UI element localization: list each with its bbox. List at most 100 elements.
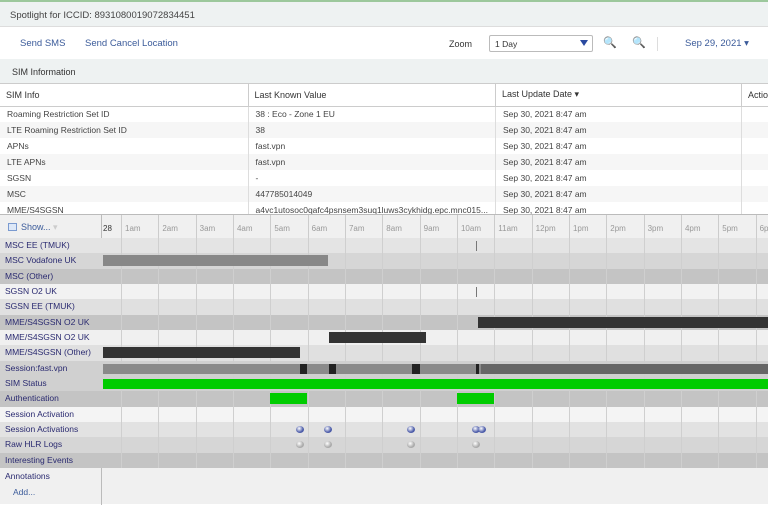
date-cell: Sep 30, 2021 8:47 am xyxy=(495,138,742,154)
zoom-label: Zoom xyxy=(449,39,473,49)
timeline-row: MSC (Other) xyxy=(0,268,768,284)
event-dot[interactable] xyxy=(477,425,486,433)
hour-tick: 4am xyxy=(232,215,253,238)
timeline-bar[interactable] xyxy=(103,378,768,389)
toolbar: Send SMS Send Cancel Location Zoom 1 Day… xyxy=(0,27,768,59)
date-picker[interactable]: Sep 29, 2021 ▾ xyxy=(685,38,749,49)
add-annotation-link[interactable]: Add... xyxy=(13,487,35,497)
time-axis: 28 1am 2am 3am 4am 5am 6am 7am 8am 9am 10am 11am 12… xyxy=(102,215,768,238)
timeline-bar[interactable] xyxy=(300,363,307,374)
hour-tick: 7am xyxy=(344,215,365,238)
page-title: Spotlight for ICCID: 8931080019072834451 xyxy=(0,0,768,27)
hour-tick: 4pm xyxy=(680,215,701,238)
send-sms-link[interactable]: Send SMS xyxy=(20,38,65,49)
day-label: 28 xyxy=(103,224,112,233)
hour-tick: 9am xyxy=(419,215,439,238)
timeline-row: Raw HLR Logs xyxy=(0,437,768,453)
hour-tick: 8am xyxy=(382,215,402,238)
row-label[interactable]: MSC (Other) xyxy=(0,268,102,284)
date-cell: Sep 30, 2021 8:47 am xyxy=(495,106,742,122)
row-label[interactable]: SGSN EE (TMUK) xyxy=(0,299,102,315)
date-cell: Sep 30, 2021 8:47 am xyxy=(495,186,742,202)
hour-tick: 5am xyxy=(270,215,290,238)
value-cell: 38 : Eco - Zone 1 EU xyxy=(248,106,496,122)
timeline-bar[interactable] xyxy=(481,363,768,374)
sim-information-header: SIM Information xyxy=(0,59,768,84)
row-label[interactable]: SGSN O2 UK xyxy=(0,283,102,300)
table-row: MSC 447785014049 Sep 30, 2021 8:47 am xyxy=(0,186,768,202)
divider xyxy=(657,37,658,51)
col-last-update-date[interactable]: Last Update Date ▾ xyxy=(495,84,742,107)
timeline-row: SGSN EE (TMUK) xyxy=(0,299,768,315)
date-cell: Sep 30, 2021 8:47 am xyxy=(495,122,742,138)
zoom-select[interactable]: 1 Day xyxy=(489,35,593,52)
gridline xyxy=(419,238,421,468)
gridline xyxy=(606,238,608,468)
row-label[interactable]: SIM Status xyxy=(0,375,102,392)
hour-tick: 5pm xyxy=(718,215,738,238)
gridline xyxy=(307,238,309,468)
calendar-icon xyxy=(8,223,17,231)
col-sim-info[interactable]: SIM Info xyxy=(0,84,249,107)
table-row: SGSN - Sep 30, 2021 8:47 am xyxy=(0,170,768,186)
timeline-bar[interactable] xyxy=(477,316,768,328)
hour-tick: 6pm xyxy=(755,215,768,238)
row-label[interactable]: Session:fast.vpn xyxy=(0,360,102,376)
timeline-bar[interactable] xyxy=(103,255,329,267)
actions-cell xyxy=(741,154,768,170)
gridline xyxy=(755,238,757,468)
row-label[interactable]: Session Activations xyxy=(0,421,102,438)
zoom-in-icon[interactable]: 🔍 xyxy=(603,36,617,49)
sim-info-cell: APNs xyxy=(0,138,249,154)
zoom-out-icon[interactable]: 🔍 xyxy=(632,36,646,49)
actions-cell xyxy=(741,138,768,154)
timeline-bar[interactable] xyxy=(328,331,426,343)
gridline xyxy=(456,238,458,468)
event-marker[interactable] xyxy=(475,241,477,251)
sim-info-cell: SGSN xyxy=(0,170,249,186)
row-label[interactable]: MSC Vodafone UK xyxy=(0,253,102,269)
event-marker[interactable] xyxy=(475,286,477,297)
annotations-label: Annotations xyxy=(5,471,50,481)
hour-tick: 12pm xyxy=(531,215,556,238)
sim-info-cell: MSC xyxy=(0,186,249,202)
table-row: LTE Roaming Restriction Set ID 38 Sep 30, … xyxy=(0,122,768,138)
row-label[interactable]: Authentication xyxy=(0,391,102,407)
sim-info-table: SIM Info Last Known Value Last Update Da… xyxy=(0,84,768,218)
actions-cell xyxy=(741,106,768,122)
timeline-bar[interactable] xyxy=(328,363,336,374)
timeline-row: Session Activation xyxy=(0,406,768,422)
row-label[interactable]: MSC EE (TMUK) xyxy=(0,238,102,254)
col-actions[interactable]: Actions xyxy=(741,84,768,107)
hour-tick: 3pm xyxy=(643,215,663,238)
timeline-bar[interactable] xyxy=(475,363,479,374)
hour-tick: 2pm xyxy=(606,215,626,238)
sim-info-cell: LTE APNs xyxy=(0,154,249,170)
timeline-bar[interactable] xyxy=(456,393,495,405)
timeline-row: Session Activations xyxy=(0,421,768,438)
row-label[interactable]: MME/S4SGSN (Other) xyxy=(0,345,102,361)
value-cell: 38 xyxy=(248,122,496,138)
send-cancel-location-link[interactable]: Send Cancel Location xyxy=(85,38,178,49)
event-dot[interactable] xyxy=(407,425,416,433)
row-label[interactable]: MME/S4SGSN O2 UK xyxy=(0,329,102,346)
gridline xyxy=(344,238,346,468)
timeline-bar[interactable] xyxy=(269,393,307,405)
value-cell: - xyxy=(248,170,496,186)
row-label[interactable]: Interesting Events xyxy=(0,452,102,468)
show-dropdown[interactable]: Show... ▾ xyxy=(8,222,58,233)
sim-info-cell: LTE Roaming Restriction Set ID xyxy=(0,122,249,138)
sim-info-cell: Roaming Restriction Set ID xyxy=(0,106,249,122)
chevron-down-icon: ▾ xyxy=(53,222,58,232)
timeline-row: Authentication xyxy=(0,391,768,407)
timeline-bar[interactable] xyxy=(412,363,420,374)
event-dot[interactable] xyxy=(471,441,480,449)
value-cell: fast.vpn xyxy=(248,154,496,170)
row-label[interactable]: MME/S4SGSN O2 UK xyxy=(0,314,102,330)
col-last-known-value[interactable]: Last Known Value xyxy=(248,84,496,107)
timeline-bar[interactable] xyxy=(103,347,301,359)
hour-tick: 6am xyxy=(307,215,327,238)
row-label[interactable]: Session Activation xyxy=(0,406,102,422)
row-label[interactable]: Raw HLR Logs xyxy=(0,437,102,453)
gridline xyxy=(643,238,645,468)
